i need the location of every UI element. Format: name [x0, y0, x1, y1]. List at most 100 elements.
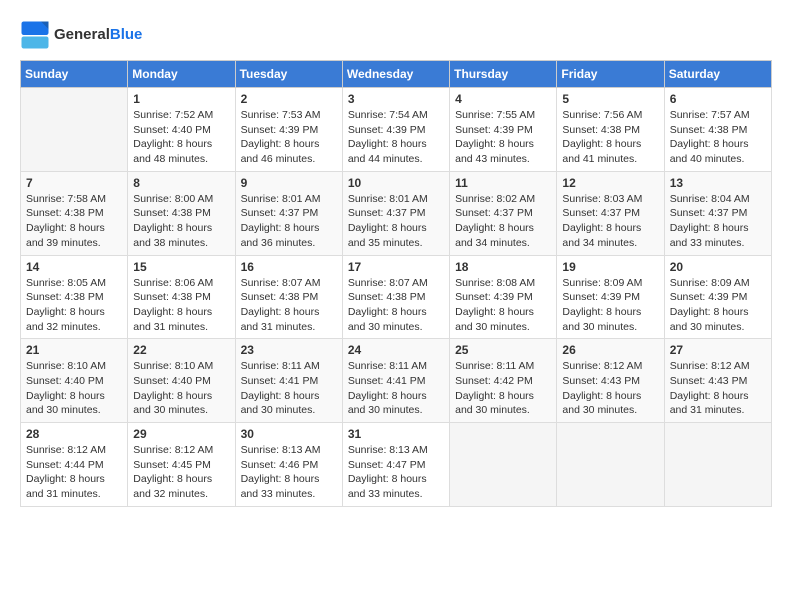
calendar-week-row: 28 Sunrise: 8:12 AMSunset: 4:44 PMDayligh…: [21, 423, 772, 507]
day-number: 6: [670, 92, 766, 106]
day-number: 10: [348, 176, 444, 190]
calendar-cell: 31 Sunrise: 8:13 AMSunset: 4:47 PMDayligh…: [342, 423, 449, 507]
cell-content: Sunrise: 8:12 AMSunset: 4:44 PMDaylight:…: [26, 443, 122, 502]
day-number: 12: [562, 176, 658, 190]
calendar-cell: 14Sunrise: 8:05 AMSunset: 4:38 PMDayligh…: [21, 255, 128, 339]
calendar-week-row: 21 Sunrise: 8:10 AMSunset: 4:40 PMDayligh…: [21, 339, 772, 423]
day-number: 22: [133, 343, 229, 357]
calendar-cell: [21, 88, 128, 172]
day-number: 31: [348, 427, 444, 441]
cell-content: Sunrise: 8:06 AMSunset: 4:38 PMDaylight:…: [133, 276, 229, 335]
calendar-cell: 9 Sunrise: 8:01 AMSunset: 4:37 PMDaylight…: [235, 171, 342, 255]
day-number: 30: [241, 427, 337, 441]
cell-content: Sunrise: 8:02 AMSunset: 4:37 PMDaylight:…: [455, 192, 551, 251]
day-header-tuesday: Tuesday: [235, 61, 342, 88]
cell-content: Sunrise: 8:01 AMSunset: 4:37 PMDaylight:…: [241, 192, 337, 251]
calendar-week-row: 1Sunrise: 7:52 AMSunset: 4:40 PMDaylight…: [21, 88, 772, 172]
day-number: 9: [241, 176, 337, 190]
calendar-week-row: 7 Sunrise: 7:58 AMSunset: 4:38 PMDaylight…: [21, 171, 772, 255]
cell-content: Sunrise: 7:54 AMSunset: 4:39 PMDaylight:…: [348, 108, 444, 167]
calendar-cell: 16Sunrise: 8:07 AMSunset: 4:38 PMDayligh…: [235, 255, 342, 339]
cell-content: Sunrise: 8:11 AMSunset: 4:41 PMDaylight:…: [241, 359, 337, 418]
day-number: 28: [26, 427, 122, 441]
cell-content: Sunrise: 8:03 AMSunset: 4:37 PMDaylight:…: [562, 192, 658, 251]
calendar-cell: 29 Sunrise: 8:12 AMSunset: 4:45 PMDayligh…: [128, 423, 235, 507]
day-number: 26: [562, 343, 658, 357]
logo-icon: [20, 20, 50, 50]
day-number: 3: [348, 92, 444, 106]
cell-content: Sunrise: 8:12 AMSunset: 4:43 PMDaylight:…: [562, 359, 658, 418]
day-number: 21: [26, 343, 122, 357]
day-number: 2: [241, 92, 337, 106]
logo-text: GeneralBlue: [54, 27, 142, 44]
calendar-cell: 17Sunrise: 8:07 AMSunset: 4:38 PMDayligh…: [342, 255, 449, 339]
calendar-cell: 1Sunrise: 7:52 AMSunset: 4:40 PMDaylight…: [128, 88, 235, 172]
calendar-cell: 22 Sunrise: 8:10 AMSunset: 4:40 PMDayligh…: [128, 339, 235, 423]
cell-content: Sunrise: 8:10 AMSunset: 4:40 PMDaylight:…: [133, 359, 229, 418]
day-number: 27: [670, 343, 766, 357]
day-number: 7: [26, 176, 122, 190]
day-header-saturday: Saturday: [664, 61, 771, 88]
calendar-cell: 15 Sunrise: 8:06 AMSunset: 4:38 PMDayligh…: [128, 255, 235, 339]
calendar-cell: 12 Sunrise: 8:03 AMSunset: 4:37 PMDayligh…: [557, 171, 664, 255]
calendar-cell: 23 Sunrise: 8:11 AMSunset: 4:41 PMDayligh…: [235, 339, 342, 423]
cell-content: Sunrise: 8:13 AMSunset: 4:47 PMDaylight:…: [348, 443, 444, 502]
day-number: 5: [562, 92, 658, 106]
calendar-cell: 3 Sunrise: 7:54 AMSunset: 4:39 PMDaylight…: [342, 88, 449, 172]
calendar-cell: 13 Sunrise: 8:04 AMSunset: 4:37 PMDayligh…: [664, 171, 771, 255]
day-header-friday: Friday: [557, 61, 664, 88]
cell-content: Sunrise: 8:00 AMSunset: 4:38 PMDaylight:…: [133, 192, 229, 251]
day-number: 29: [133, 427, 229, 441]
day-number: 13: [670, 176, 766, 190]
day-number: 8: [133, 176, 229, 190]
calendar-cell: 26 Sunrise: 8:12 AMSunset: 4:43 PMDayligh…: [557, 339, 664, 423]
cell-content: Sunrise: 8:13 AMSunset: 4:46 PMDaylight:…: [241, 443, 337, 502]
day-header-sunday: Sunday: [21, 61, 128, 88]
day-header-monday: Monday: [128, 61, 235, 88]
calendar-cell: 21 Sunrise: 8:10 AMSunset: 4:40 PMDayligh…: [21, 339, 128, 423]
logo: GeneralBlue: [20, 20, 142, 50]
day-number: 19: [562, 260, 658, 274]
cell-content: Sunrise: 7:56 AMSunset: 4:38 PMDaylight:…: [562, 108, 658, 167]
day-number: 16: [241, 260, 337, 274]
cell-content: Sunrise: 8:11 AMSunset: 4:41 PMDaylight:…: [348, 359, 444, 418]
calendar-week-row: 14Sunrise: 8:05 AMSunset: 4:38 PMDayligh…: [21, 255, 772, 339]
calendar-cell: [664, 423, 771, 507]
page-header: GeneralBlue: [20, 20, 772, 50]
calendar-cell: 30 Sunrise: 8:13 AMSunset: 4:46 PMDayligh…: [235, 423, 342, 507]
cell-content: Sunrise: 8:05 AMSunset: 4:38 PMDaylight:…: [26, 276, 122, 335]
cell-content: Sunrise: 8:12 AMSunset: 4:43 PMDaylight:…: [670, 359, 766, 418]
calendar-cell: 5 Sunrise: 7:56 AMSunset: 4:38 PMDaylight…: [557, 88, 664, 172]
cell-content: Sunrise: 7:58 AMSunset: 4:38 PMDaylight:…: [26, 192, 122, 251]
calendar-cell: 4 Sunrise: 7:55 AMSunset: 4:39 PMDaylight…: [450, 88, 557, 172]
cell-content: Sunrise: 8:10 AMSunset: 4:40 PMDaylight:…: [26, 359, 122, 418]
cell-content: Sunrise: 8:08 AMSunset: 4:39 PMDaylight:…: [455, 276, 551, 335]
day-header-thursday: Thursday: [450, 61, 557, 88]
day-number: 24: [348, 343, 444, 357]
cell-content: Sunrise: 8:04 AMSunset: 4:37 PMDaylight:…: [670, 192, 766, 251]
day-number: 4: [455, 92, 551, 106]
calendar-cell: 19 Sunrise: 8:09 AMSunset: 4:39 PMDayligh…: [557, 255, 664, 339]
day-number: 23: [241, 343, 337, 357]
cell-content: Sunrise: 8:12 AMSunset: 4:45 PMDaylight:…: [133, 443, 229, 502]
calendar-cell: 2Sunrise: 7:53 AMSunset: 4:39 PMDaylight…: [235, 88, 342, 172]
calendar-cell: 24 Sunrise: 8:11 AMSunset: 4:41 PMDayligh…: [342, 339, 449, 423]
calendar-header-row: SundayMondayTuesdayWednesdayThursdayFrid…: [21, 61, 772, 88]
calendar-cell: 28 Sunrise: 8:12 AMSunset: 4:44 PMDayligh…: [21, 423, 128, 507]
day-number: 15: [133, 260, 229, 274]
calendar-table: SundayMondayTuesdayWednesdayThursdayFrid…: [20, 60, 772, 507]
cell-content: Sunrise: 8:11 AMSunset: 4:42 PMDaylight:…: [455, 359, 551, 418]
cell-content: Sunrise: 8:09 AMSunset: 4:39 PMDaylight:…: [670, 276, 766, 335]
day-number: 18: [455, 260, 551, 274]
calendar-cell: 27 Sunrise: 8:12 AMSunset: 4:43 PMDayligh…: [664, 339, 771, 423]
calendar-cell: 11 Sunrise: 8:02 AMSunset: 4:37 PMDayligh…: [450, 171, 557, 255]
calendar-cell: 20Sunrise: 8:09 AMSunset: 4:39 PMDayligh…: [664, 255, 771, 339]
cell-content: Sunrise: 7:55 AMSunset: 4:39 PMDaylight:…: [455, 108, 551, 167]
calendar-cell: 25Sunrise: 8:11 AMSunset: 4:42 PMDayligh…: [450, 339, 557, 423]
cell-content: Sunrise: 8:07 AMSunset: 4:38 PMDaylight:…: [348, 276, 444, 335]
calendar-cell: 6Sunrise: 7:57 AMSunset: 4:38 PMDaylight…: [664, 88, 771, 172]
calendar-cell: 7 Sunrise: 7:58 AMSunset: 4:38 PMDaylight…: [21, 171, 128, 255]
day-number: 11: [455, 176, 551, 190]
cell-content: Sunrise: 8:09 AMSunset: 4:39 PMDaylight:…: [562, 276, 658, 335]
calendar-cell: [450, 423, 557, 507]
